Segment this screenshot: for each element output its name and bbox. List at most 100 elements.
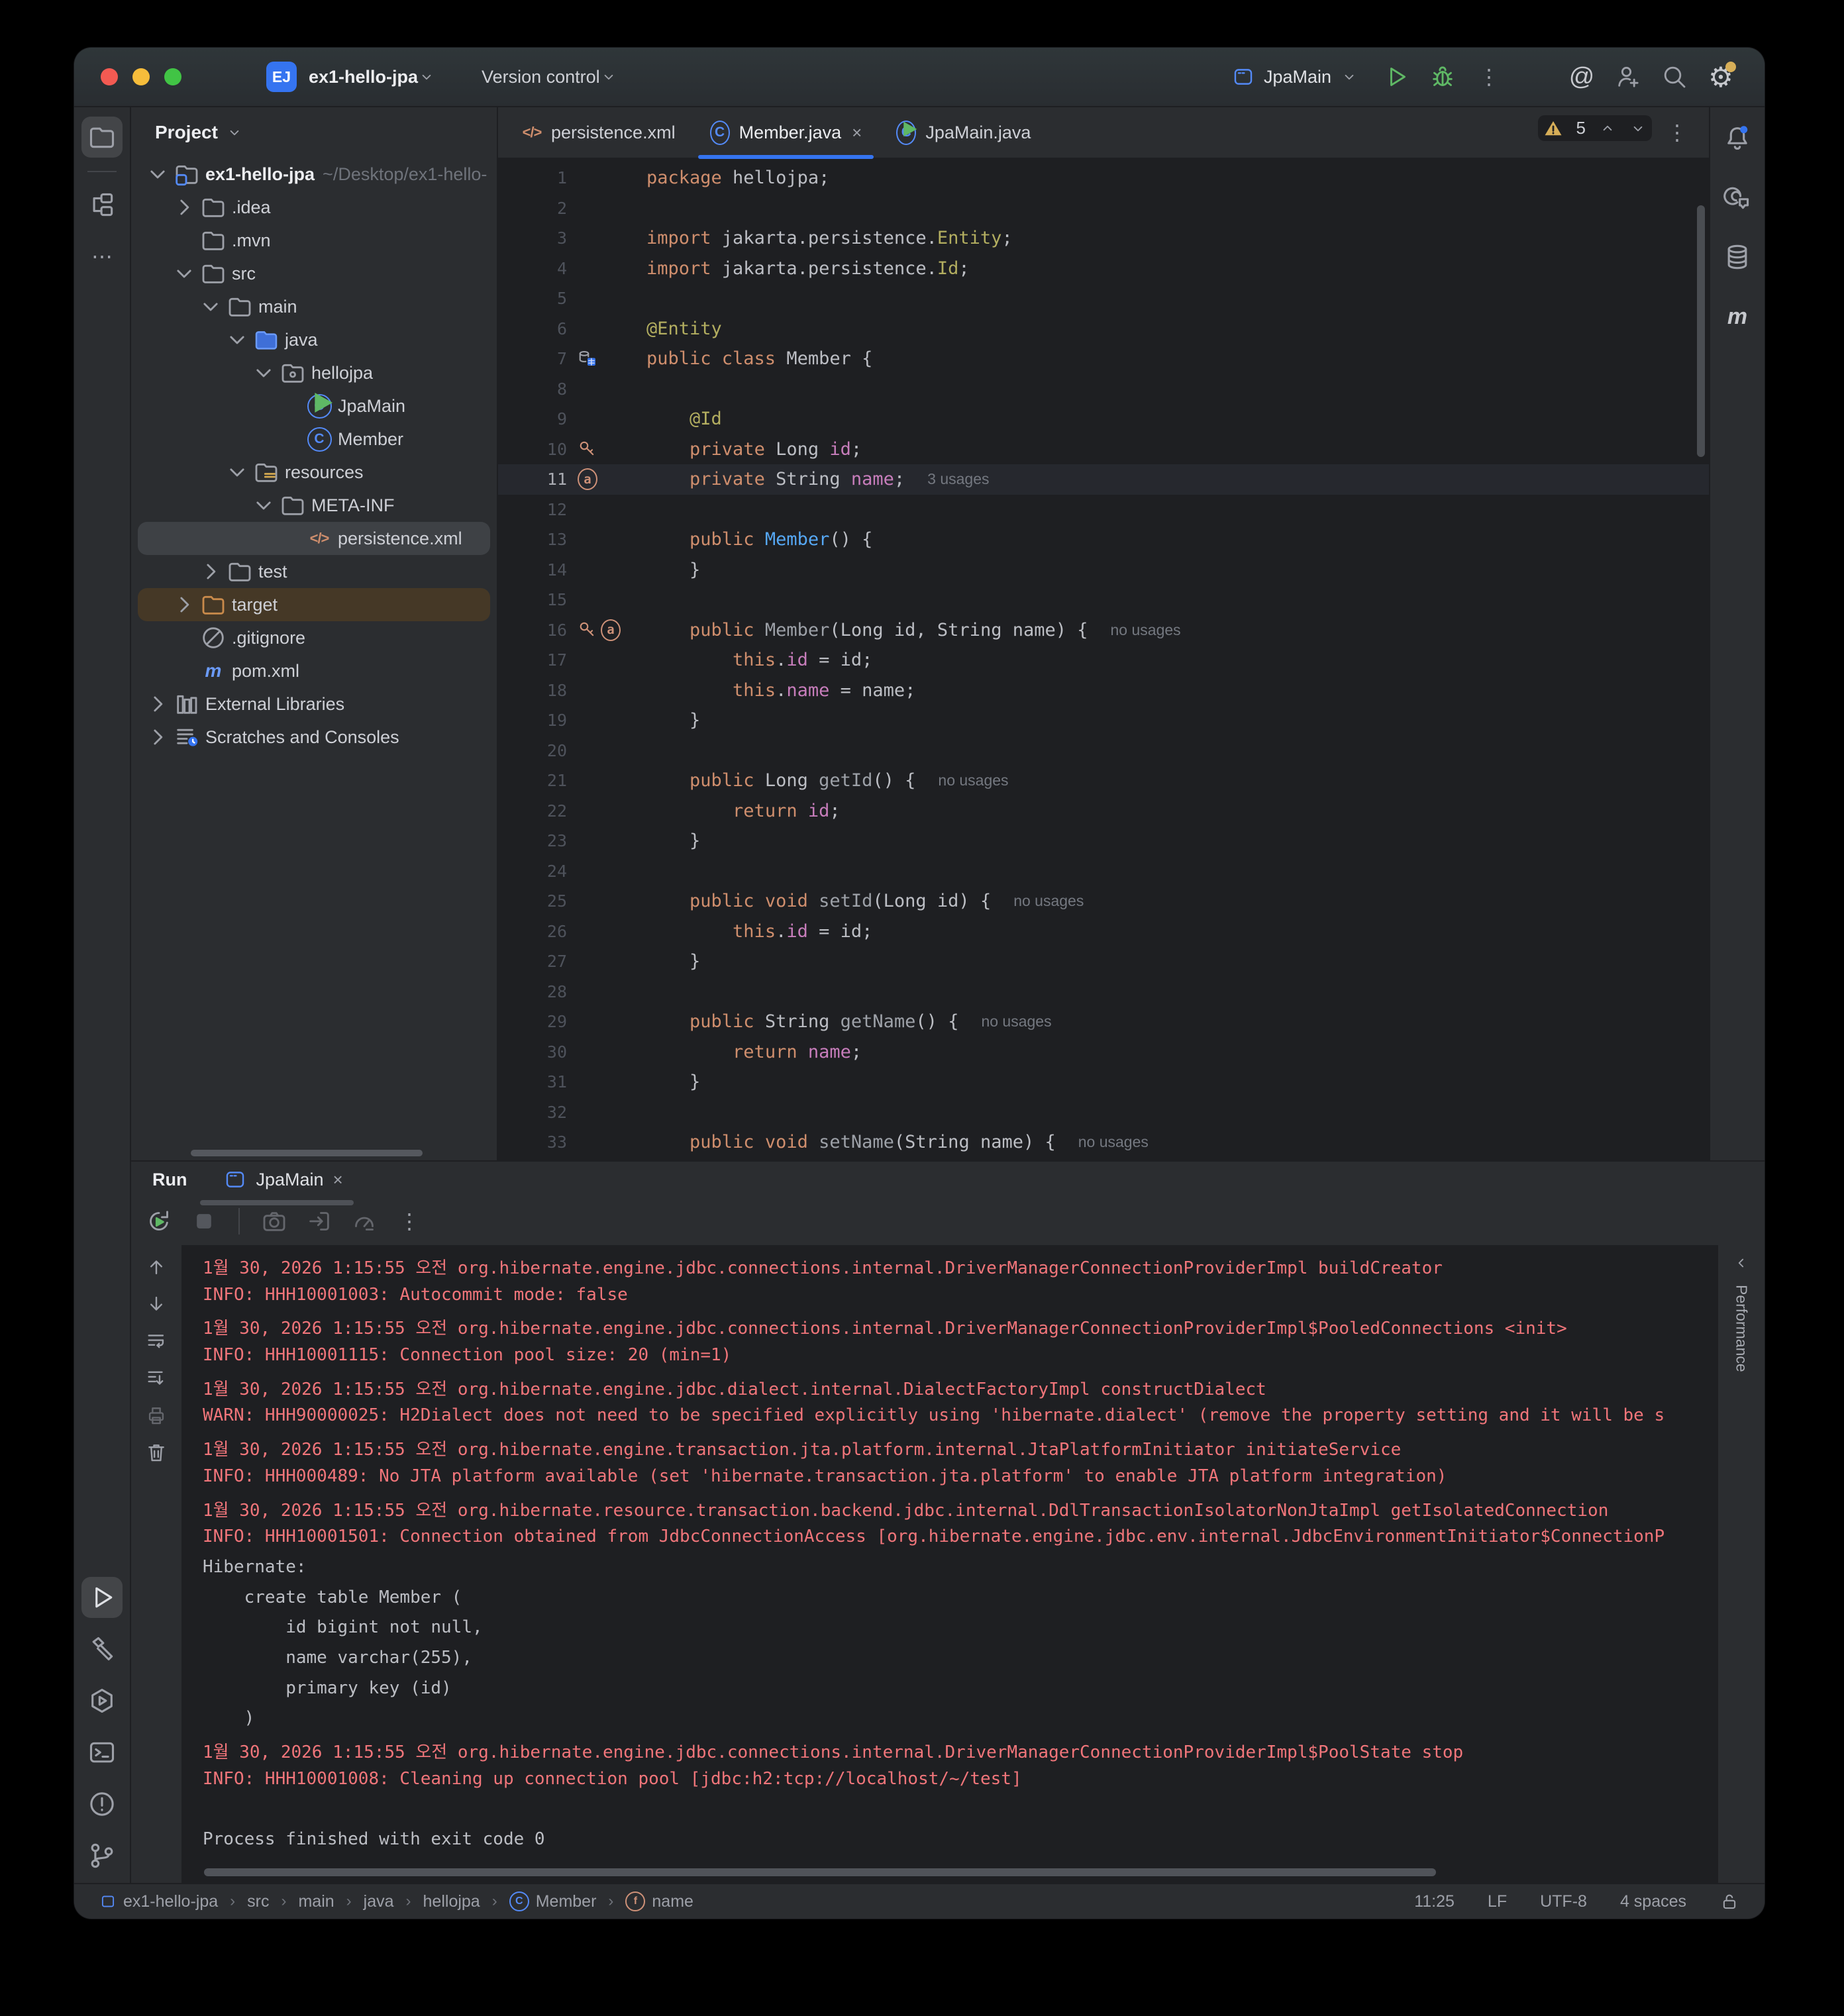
kebab-icon[interactable]: ⋮ (1664, 119, 1690, 146)
tab-persistence-xml[interactable]: </>persistence.xml (505, 107, 693, 158)
rerun-icon[interactable] (146, 1208, 172, 1235)
stop-icon[interactable] (191, 1208, 217, 1235)
run-configuration-selector[interactable]: JpaMain (1232, 66, 1358, 88)
tree-item-persistence-xml[interactable]: </>persistence.xml (138, 522, 490, 555)
breadcrumb-item[interactable]: ex1-hello-jpa (99, 1892, 218, 1911)
unlock-icon[interactable] (1719, 1891, 1739, 1911)
close-icon[interactable]: × (333, 1170, 343, 1190)
chevron-down-icon[interactable] (1629, 120, 1647, 137)
tree-item-scratches-and-consoles[interactable]: Scratches and Consoles (138, 721, 490, 754)
usages-hint[interactable]: 3 usages (927, 470, 989, 488)
tree-item-pom-xml[interactable]: mpom.xml (138, 654, 490, 687)
chevron-right-icon[interactable] (144, 724, 171, 750)
trash-icon[interactable] (145, 1441, 168, 1464)
breadcrumb-item[interactable]: fname (625, 1891, 693, 1911)
kebab-icon[interactable]: ⋮ (396, 1208, 423, 1235)
status-item-11-25[interactable]: 11:25 (1414, 1892, 1455, 1911)
collapse-icon[interactable] (1733, 1254, 1750, 1272)
terminal-tool-button[interactable] (81, 1732, 123, 1773)
breadcrumb-item[interactable]: src (247, 1892, 269, 1911)
tree-item--gitignore[interactable]: .gitignore (138, 621, 490, 654)
chevron-down-icon[interactable] (144, 161, 171, 187)
horizontal-scrollbar[interactable] (191, 1150, 423, 1156)
notifications-bell-icon[interactable] (1723, 123, 1752, 152)
add-user-icon[interactable] (1615, 64, 1641, 90)
problems-tool-button[interactable] (81, 1784, 123, 1825)
version-control-menu[interactable]: Version control (482, 67, 600, 87)
key-icon[interactable] (578, 620, 597, 640)
run-tool-button[interactable] (81, 1577, 123, 1618)
chevron-right-icon[interactable] (197, 558, 224, 585)
vertical-scrollbar[interactable] (1697, 205, 1705, 457)
jpa-attribute-icon[interactable]: a (578, 470, 597, 489)
chevron-down-icon[interactable] (224, 459, 250, 485)
scroll-end-icon[interactable] (145, 1367, 168, 1389)
jpa-attribute-icon[interactable]: a (601, 620, 621, 640)
tree-item-jpamain[interactable]: CJpaMain (138, 389, 490, 423)
tree-item-target[interactable]: target (138, 588, 490, 621)
console-output[interactable]: 1월 30, 2026 1:15:55 오전 org.hibernate.eng… (181, 1245, 1717, 1883)
tree-item-meta-inf[interactable]: META-INF (138, 489, 490, 522)
breadcrumb-item[interactable]: main (298, 1892, 334, 1911)
chevron-down-icon[interactable] (250, 360, 277, 386)
tree-item-resources[interactable]: resources (138, 456, 490, 489)
structure-tool-button[interactable] (81, 184, 123, 225)
inspections-widget[interactable]: 5 (1538, 115, 1652, 141)
kebab-icon[interactable]: ⋮ (1476, 64, 1502, 90)
database-icon[interactable] (1723, 242, 1752, 272)
breadcrumb-item[interactable]: CMember (509, 1891, 597, 1911)
usages-hint[interactable]: no usages (938, 772, 1008, 789)
status-item-utf-8[interactable]: UTF-8 (1540, 1892, 1587, 1911)
arrow-up-icon[interactable] (145, 1256, 168, 1278)
close-window-button[interactable] (101, 68, 118, 85)
run-tab[interactable]: JpaMain × (224, 1168, 342, 1191)
zoom-window-button[interactable] (164, 68, 181, 85)
chevron-down-icon[interactable] (224, 327, 250, 353)
chevron-right-icon[interactable] (144, 691, 171, 717)
status-item-4-spaces[interactable]: 4 spaces (1620, 1892, 1686, 1911)
tree-item-member[interactable]: CMember (138, 423, 490, 456)
usages-hint[interactable]: no usages (1078, 1133, 1149, 1151)
search-icon[interactable] (1661, 64, 1688, 90)
tree-item-ex1-hello-jpa[interactable]: ex1-hello-jpa~/Desktop/ex1-hello- (138, 158, 490, 191)
run-panel-title[interactable]: Run (152, 1170, 187, 1190)
maven-icon[interactable]: m (1723, 302, 1752, 331)
arrow-down-icon[interactable] (145, 1293, 168, 1315)
settings-gear-icon[interactable]: ⚙ (1708, 64, 1734, 90)
soft-wrap-icon[interactable] (145, 1330, 168, 1352)
code-editor[interactable]: 1package hellojpa;23import jakarta.persi… (498, 159, 1709, 1160)
breadcrumb-item[interactable]: java (364, 1892, 394, 1911)
tab-jpamain-java[interactable]: CJpaMain.java (879, 107, 1048, 158)
camera-icon[interactable] (261, 1208, 287, 1235)
play-icon[interactable] (1383, 64, 1409, 90)
import-icon[interactable] (306, 1208, 333, 1235)
horizontal-scrollbar[interactable] (204, 1868, 1436, 1876)
performance-tab[interactable]: Performance (1733, 1285, 1751, 1372)
chevron-right-icon[interactable] (171, 194, 197, 221)
tree-item-hellojpa[interactable]: hellojpa (138, 356, 490, 389)
usages-hint[interactable]: no usages (1111, 621, 1181, 639)
tree-item-main[interactable]: main (138, 290, 490, 323)
usages-hint[interactable]: no usages (981, 1013, 1051, 1031)
key-icon[interactable] (578, 439, 597, 459)
debug-bug-icon[interactable] (1429, 64, 1456, 90)
tree-item-test[interactable]: test (138, 555, 490, 588)
status-item-lf[interactable]: LF (1488, 1892, 1507, 1911)
more-tools-button[interactable]: ⋯ (81, 236, 123, 277)
breadcrumb-item[interactable]: hellojpa (423, 1892, 480, 1911)
build-tool-button[interactable] (81, 1629, 123, 1670)
printer-icon[interactable] (145, 1404, 168, 1427)
tree-item-java[interactable]: java (138, 323, 490, 356)
services-tool-button[interactable] (81, 1680, 123, 1721)
close-icon[interactable]: × (852, 123, 862, 143)
tree-item--idea[interactable]: .idea (138, 191, 490, 224)
project-panel-title[interactable]: Project (155, 122, 218, 143)
entity-icon[interactable] (578, 349, 597, 369)
ai-at-icon[interactable]: @ (1568, 64, 1595, 90)
chevron-down-icon[interactable] (250, 492, 277, 519)
gauge-icon[interactable] (351, 1208, 378, 1235)
minimize-window-button[interactable] (132, 68, 150, 85)
tree-item--mvn[interactable]: .mvn (138, 224, 490, 257)
version-control-tool-button[interactable] (81, 1835, 123, 1876)
tree-item-src[interactable]: src (138, 257, 490, 290)
